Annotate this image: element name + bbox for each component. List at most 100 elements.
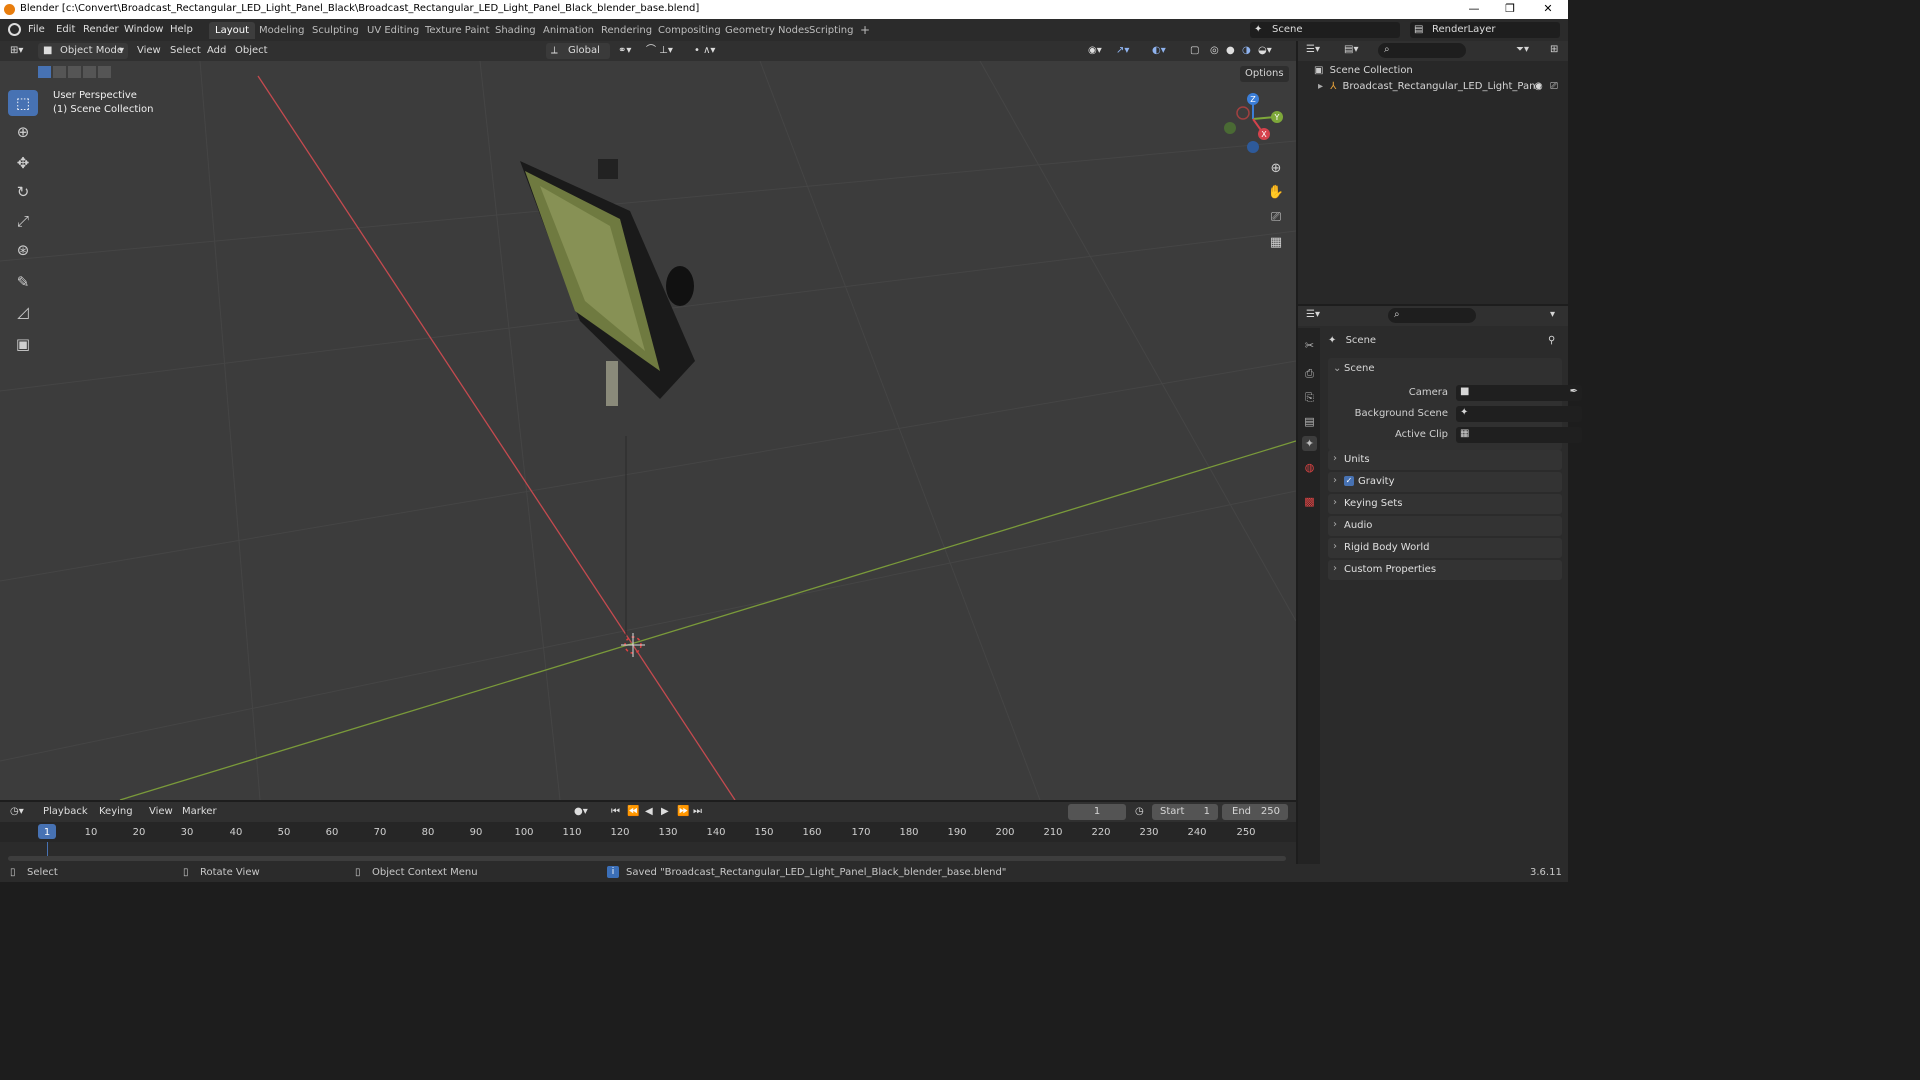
filter-icon[interactable]: ⏷▾	[1516, 44, 1529, 55]
start-frame-field[interactable]: Start 1	[1152, 804, 1218, 820]
select-extend-icon[interactable]	[53, 66, 66, 78]
timeline-menu-marker[interactable]: Marker	[182, 804, 217, 820]
render-tab-icon[interactable]: ⎙	[1302, 366, 1317, 381]
panel-audio[interactable]: › Audio	[1328, 516, 1562, 536]
tab-shading[interactable]: Shading	[489, 22, 542, 39]
shading-rendered-icon[interactable]: ◒▾	[1258, 43, 1272, 59]
gravity-checkbox[interactable]: ✓	[1344, 476, 1354, 486]
select-box-tool-icon[interactable]: ⬚	[8, 90, 38, 116]
zoom-icon[interactable]: ⊕	[1265, 157, 1287, 179]
panel-custom-properties[interactable]: › Custom Properties	[1328, 560, 1562, 580]
tab-rendering[interactable]: Rendering	[595, 22, 658, 39]
pin-icon[interactable]: ⚲	[1548, 335, 1555, 346]
chevron-down-icon[interactable]: ⌄	[1333, 363, 1341, 374]
outliner-editor-type-icon[interactable]: ☰▾	[1306, 44, 1320, 55]
menu-file[interactable]: File	[28, 24, 45, 35]
transform-orientation-selector[interactable]: ⟂ Global	[546, 43, 610, 59]
play-reverse-icon[interactable]: ◀	[645, 804, 653, 820]
viewport-menu-view[interactable]: View	[137, 43, 161, 59]
annotate-tool-icon[interactable]: ✎	[8, 269, 38, 295]
tab-animation[interactable]: Animation	[537, 22, 600, 39]
minimize-button[interactable]: —	[1460, 1, 1488, 17]
menu-edit[interactable]: Edit	[56, 24, 75, 35]
perspective-toggle-icon[interactable]: ▦	[1265, 231, 1287, 253]
shading-wireframe-icon[interactable]: ◎	[1210, 43, 1219, 59]
add-workspace-button[interactable]: +	[854, 22, 876, 39]
panel-rigid-body-world[interactable]: › Rigid Body World	[1328, 538, 1562, 558]
editor-type-icon[interactable]: ⊞▾	[10, 43, 23, 59]
viewport-menu-select[interactable]: Select	[170, 43, 201, 59]
maximize-button[interactable]: ❐	[1496, 1, 1524, 17]
panel-units[interactable]: › Units	[1328, 450, 1562, 470]
outliner-scene-collection[interactable]: ▣ Scene Collection	[1314, 65, 1413, 76]
options-button[interactable]: Options	[1240, 66, 1289, 82]
select-subtract-icon[interactable]	[68, 66, 81, 78]
active-clip-field[interactable]: ▦	[1456, 427, 1582, 443]
move-tool-icon[interactable]: ✥	[8, 150, 38, 176]
tab-geometry-nodes[interactable]: Geometry Nodes	[719, 22, 815, 39]
shading-material-icon[interactable]: ◑	[1242, 43, 1251, 59]
proportional-edit-icon[interactable]: • ∧▾	[694, 43, 715, 59]
viewport-menu-add[interactable]: Add	[207, 43, 226, 59]
timeline-menu-playback[interactable]: Playback	[43, 804, 88, 820]
tab-modeling[interactable]: Modeling	[253, 22, 311, 39]
background-scene-field[interactable]: ✦	[1456, 406, 1582, 422]
scene-selector[interactable]: ✦ Scene	[1250, 22, 1400, 38]
properties-search-input[interactable]: ⌕	[1388, 308, 1476, 323]
3d-viewport[interactable]: Z Y X User Perspective (1) Scene Collect…	[0, 61, 1296, 800]
snap-icon[interactable]: ⌒ ⊥▾	[646, 43, 673, 59]
outliner-search-input[interactable]: ⌕	[1378, 43, 1466, 58]
menu-help[interactable]: Help	[170, 24, 193, 35]
transform-tool-icon[interactable]: ⊛	[8, 237, 38, 263]
panel-gravity[interactable]: › ✓ Gravity	[1328, 472, 1562, 492]
blender-menu-icon[interactable]	[8, 23, 21, 36]
gizmo-toggle-icon[interactable]: ↗▾	[1116, 43, 1129, 59]
select-new-icon[interactable]	[38, 66, 51, 78]
scene-section-title[interactable]: Scene	[1344, 363, 1375, 374]
eye-icon[interactable]: ◉	[1534, 81, 1543, 92]
current-frame-field[interactable]: 1	[1068, 804, 1126, 820]
expand-arrow-icon[interactable]: ▸	[1318, 81, 1323, 92]
jump-keyframe-back-icon[interactable]: ⏪	[627, 804, 639, 820]
rotate-tool-icon[interactable]: ↻	[8, 179, 38, 205]
xray-toggle-icon[interactable]: ▢	[1190, 43, 1199, 59]
frame-ruler[interactable]: 1 10 20 30 40 50 60 70 80 90 100 110 120…	[0, 822, 1296, 842]
menu-window[interactable]: Window	[124, 24, 163, 35]
jump-start-icon[interactable]: ⏮	[611, 804, 620, 820]
overlays-toggle-icon[interactable]: ◐▾	[1152, 43, 1166, 59]
add-cube-tool-icon[interactable]: ▣	[8, 331, 38, 357]
jump-keyframe-forward-icon[interactable]: ⏩	[677, 804, 689, 820]
mode-selector[interactable]: ■ Object Mode ▾	[38, 43, 128, 59]
scene-tab-icon[interactable]: ✦	[1302, 436, 1317, 451]
tab-compositing[interactable]: Compositing	[652, 22, 727, 39]
view-layer-tab-icon[interactable]: ▤	[1302, 414, 1317, 429]
view-layer-selector[interactable]: ▤ RenderLayer	[1410, 22, 1560, 38]
play-icon[interactable]: ▶	[661, 804, 669, 820]
visibility-icon[interactable]: ◉▾	[1088, 43, 1102, 59]
menu-render[interactable]: Render	[83, 24, 119, 35]
close-button[interactable]: ✕	[1534, 1, 1562, 17]
shading-solid-icon[interactable]: ●	[1226, 43, 1235, 59]
select-intersect-icon[interactable]	[98, 66, 111, 78]
camera-field[interactable]: ■ ✒	[1456, 385, 1582, 401]
select-invert-icon[interactable]	[83, 66, 96, 78]
tab-sculpting[interactable]: Sculpting	[306, 22, 365, 39]
pan-hand-icon[interactable]: ✋	[1265, 181, 1287, 203]
panel-keying-sets[interactable]: › Keying Sets	[1328, 494, 1562, 514]
scale-tool-icon[interactable]: ⤢	[8, 208, 38, 234]
tool-tab-icon[interactable]: ✂	[1302, 338, 1317, 353]
record-icon[interactable]: ●▾	[574, 804, 588, 820]
tab-layout[interactable]: Layout	[209, 22, 255, 39]
camera-view-icon[interactable]: ⎚	[1265, 206, 1287, 228]
tab-texture-paint[interactable]: Texture Paint	[419, 22, 496, 39]
pivot-point-icon[interactable]: ⚭▾	[618, 43, 631, 59]
timeline-menu-keying[interactable]: Keying	[99, 804, 133, 820]
end-frame-field[interactable]: End 250	[1222, 804, 1288, 820]
jump-end-icon[interactable]: ⏭	[693, 804, 702, 820]
timeline-area[interactable]: 1 10 20 30 40 50 60 70 80 90 100 110 120…	[0, 822, 1296, 864]
tab-uv-editing[interactable]: UV Editing	[361, 22, 425, 39]
clock-icon[interactable]: ◷	[1135, 804, 1144, 820]
measure-tool-icon[interactable]: ◿	[8, 299, 38, 325]
eyedropper-icon[interactable]: ✒	[1570, 386, 1578, 397]
outliner-item[interactable]: ▸ ⅄ Broadcast_Rectangular_LED_Light_Pane…	[1318, 81, 1558, 92]
